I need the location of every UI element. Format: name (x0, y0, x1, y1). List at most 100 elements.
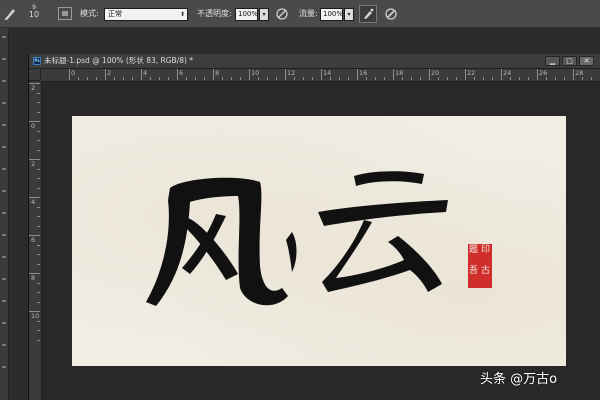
ruler-tick (276, 77, 277, 80)
seal-char: 吾 (469, 266, 479, 276)
ruler-tick (555, 77, 556, 80)
ruler-tick (285, 69, 286, 80)
ruler-tick (37, 130, 40, 132)
brush-preset-icon[interactable] (58, 7, 72, 20)
ruler-tick (249, 69, 250, 80)
seal-char: 鑑 (469, 245, 479, 255)
ruler-tick (37, 168, 40, 170)
ruler-tick (519, 77, 520, 80)
flow-label: 流量: (299, 9, 318, 18)
ruler-tick (231, 77, 232, 80)
ruler-tick (339, 77, 340, 80)
minimize-button[interactable]: ▁ (545, 56, 560, 66)
ruler-tick (411, 77, 412, 80)
chevron-down-icon: ⬍ (179, 11, 185, 18)
ruler-label: 22 (467, 69, 476, 77)
brush-icon[interactable] (2, 6, 18, 22)
horizontal-ruler[interactable]: 0 2 4 6 8 10 12 14 16 18 20 22 24 26 28 (41, 69, 600, 82)
ruler-tick (37, 292, 40, 293)
ruler-tick (177, 69, 178, 80)
close-button[interactable]: ✕ (579, 56, 594, 66)
ruler-tick (37, 206, 40, 208)
ruler-tick (447, 77, 448, 80)
document-tab[interactable]: Ps 未标题-1.psd @ 100% (形状 83, RGB/8) * ▁ □… (29, 54, 600, 69)
document-title: 未标题-1.psd @ 100% (形状 83, RGB/8) * (44, 56, 194, 65)
ruler-tick (582, 77, 583, 80)
ruler-tick (492, 77, 493, 80)
ruler-tick (537, 69, 538, 80)
ruler-tick (37, 263, 40, 265)
canvas-image[interactable]: 鑑 印 吾 古 (72, 116, 566, 366)
flow-input[interactable]: 100% (320, 8, 343, 21)
opacity-input[interactable]: 100% (235, 8, 258, 21)
ruler-tick (37, 187, 40, 189)
ruler-label: 6 (31, 236, 36, 244)
watermark: 头条 @万古o (480, 372, 558, 387)
airbrush-icon[interactable] (359, 5, 377, 23)
brush-size-picker[interactable]: 9 10 (24, 4, 44, 24)
ruler-tick (474, 77, 475, 80)
ruler-tick (78, 77, 79, 80)
ruler-tick (150, 77, 151, 80)
ruler-label: 0 (71, 69, 76, 77)
ruler-label: 4 (31, 198, 36, 206)
ruler-tick (564, 77, 565, 80)
ruler-label: 6 (179, 69, 184, 77)
opacity-dropdown-button[interactable]: ▾ (259, 8, 269, 21)
ruler-tick (357, 69, 358, 80)
ruler-tick (312, 77, 313, 80)
flow-dropdown-button[interactable]: ▾ (344, 8, 354, 21)
ruler-origin[interactable] (29, 69, 41, 81)
seal-char: 印 (481, 245, 491, 255)
ruler-tick (420, 77, 421, 80)
ruler-tick (69, 69, 70, 80)
ruler-tick (429, 69, 430, 80)
ruler-tick (303, 77, 304, 80)
ruler-tick (168, 77, 169, 80)
ruler-tick (159, 77, 160, 80)
ruler-tick (29, 273, 40, 274)
ruler-tick (240, 77, 241, 80)
ruler-tick (321, 69, 322, 80)
ruler-tick (37, 216, 40, 217)
mode-select[interactable]: 正常 ⬍ (104, 8, 188, 21)
ruler-tick (546, 77, 547, 80)
opacity-label: 不透明度: (197, 9, 232, 18)
calligraphy-feng-yun (146, 171, 448, 306)
restore-button[interactable]: □ (562, 56, 577, 66)
pressure-size-icon[interactable] (383, 6, 399, 22)
red-seal-stamp: 鑑 印 吾 古 (468, 244, 492, 288)
photoshop-file-icon: Ps (33, 57, 41, 65)
ruler-tick (29, 235, 40, 236)
ruler-tick (330, 77, 331, 80)
ruler-tick (37, 301, 40, 303)
ruler-tick (132, 77, 133, 80)
ruler-tick (402, 77, 403, 80)
ruler-label: 2 (107, 69, 112, 77)
ruler-tick (37, 140, 40, 141)
ruler-label: 10 (31, 312, 40, 320)
ruler-tick (37, 320, 40, 322)
ruler-tick (29, 159, 40, 160)
vertical-ruler[interactable]: 2 0 2 4 6 8 10 (29, 81, 42, 400)
ruler-label: 2 (31, 84, 36, 92)
ruler-label: 2 (31, 160, 36, 168)
ruler-tick (258, 77, 259, 80)
pressure-opacity-icon[interactable] (274, 6, 290, 22)
options-bar: 9 10 模式: 正常 ⬍ 不透明度: 100% ▾ 流量: 100% ▾ (0, 0, 600, 28)
ruler-tick (37, 339, 40, 341)
ruler-tick (366, 77, 367, 80)
ruler-tick (465, 69, 466, 80)
ruler-tick (591, 77, 592, 80)
ruler-tick (37, 282, 40, 284)
ruler-label: 14 (323, 69, 332, 77)
ruler-tick (375, 77, 376, 80)
ruler-tick (37, 254, 40, 255)
ruler-tick (105, 69, 106, 80)
ruler-tick (87, 77, 88, 80)
ruler-tick (29, 121, 40, 122)
ruler-tick (37, 330, 40, 331)
mode-value: 正常 (108, 10, 122, 18)
ruler-tick (37, 111, 40, 113)
ruler-label: 10 (251, 69, 260, 77)
